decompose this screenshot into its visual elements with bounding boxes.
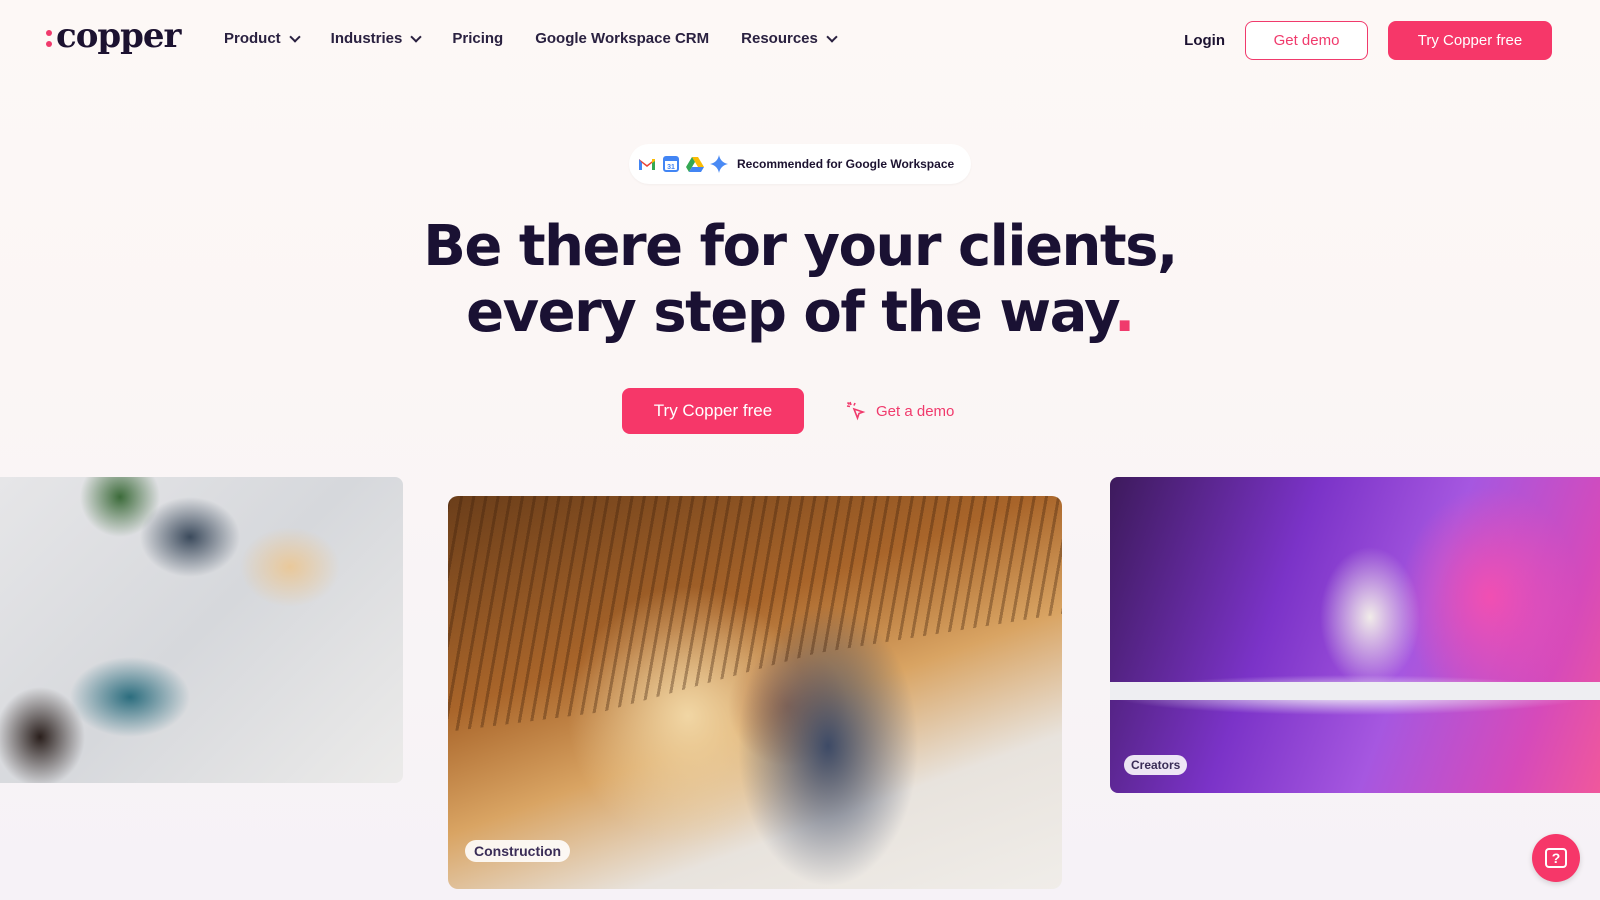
cursor-click-icon (846, 401, 866, 421)
copper-logo[interactable]: copper (46, 16, 181, 56)
hero-get-demo-link[interactable]: Get a demo (846, 401, 954, 421)
nav-pricing[interactable]: Pricing (452, 30, 503, 47)
hero-title: Be there for your clients, every step of… (0, 214, 1600, 346)
chevron-down-icon (289, 30, 301, 43)
logo-text: copper (56, 16, 181, 56)
nav-resources[interactable]: Resources (741, 30, 838, 47)
logo-dots-icon (46, 29, 52, 47)
hero-title-dot: . (1114, 280, 1135, 345)
top-nav: copper Product Industries Pricing Google… (0, 0, 1600, 80)
nav-resources-label: Resources (741, 30, 818, 47)
hero-get-demo-label: Get a demo (876, 402, 955, 420)
help-chat-icon: ? (1545, 848, 1567, 868)
gmail-icon (637, 154, 657, 174)
get-demo-button[interactable]: Get demo (1245, 21, 1368, 60)
creators-photo: Creators (1110, 477, 1600, 793)
nav-actions: Login Get demo Try Copper free (1184, 21, 1552, 60)
creators-tag: Creators (1124, 755, 1188, 775)
login-link[interactable]: Login (1184, 32, 1225, 49)
construction-photo: Construction (448, 496, 1062, 889)
nav-google-workspace-crm-label: Google Workspace CRM (535, 30, 710, 47)
help-chat-button[interactable]: ? (1532, 834, 1580, 882)
calendar-icon: 31 (661, 154, 681, 174)
gemini-icon (709, 154, 729, 174)
nav-google-workspace-crm[interactable]: Google Workspace CRM (535, 30, 709, 47)
hero-title-line2: every step of the way (466, 280, 1115, 345)
drive-icon (685, 154, 705, 174)
construction-tag: Construction (465, 840, 571, 862)
badge-text: Recommended for Google Workspace (737, 157, 955, 171)
hero-title-line1: Be there for your clients, (423, 214, 1178, 279)
office-meeting-photo (0, 477, 403, 783)
hero-try-copper-free-button[interactable]: Try Copper free (622, 388, 804, 434)
nav-product-label: Product (224, 30, 281, 47)
chevron-down-icon (826, 30, 838, 43)
google-workspace-badge: 31 Recommended for Google Workspace (629, 144, 971, 184)
badge-icons: 31 (637, 154, 729, 174)
nav-industries[interactable]: Industries (330, 30, 423, 47)
nav-links: Product Industries Pricing Google Worksp… (224, 30, 838, 47)
chevron-down-icon (410, 30, 423, 43)
studio-desk (1110, 682, 1600, 700)
try-copper-free-button[interactable]: Try Copper free (1388, 21, 1552, 60)
nav-industries-label: Industries (330, 30, 403, 47)
nav-product[interactable]: Product (224, 30, 301, 47)
hero-cta-row: Try Copper free Get a demo (622, 388, 954, 434)
nav-pricing-label: Pricing (452, 30, 504, 47)
ceiling-slats (448, 496, 1062, 732)
svg-text:31: 31 (667, 164, 675, 171)
